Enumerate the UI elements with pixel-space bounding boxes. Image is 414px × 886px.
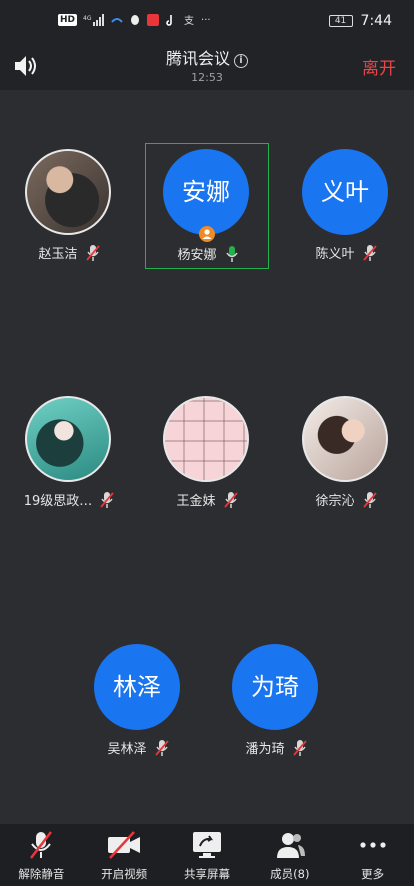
participant-name-row: 19级思政…: [7, 490, 131, 509]
mic-muted-icon: [100, 491, 114, 509]
share-screen-icon: [192, 832, 221, 858]
mic-muted-icon: [154, 739, 169, 757]
participant-name: 吴林泽: [107, 742, 147, 757]
participant-avatar: 义叶: [302, 149, 388, 235]
participant-tile[interactable]: 林泽吴林泽: [76, 638, 200, 764]
status-bar: HD 4G 支 ··· 41 7:44: [0, 0, 414, 44]
mic-muted-icon: [362, 244, 377, 262]
recorder-icon: [147, 14, 160, 26]
participant-name: 徐宗沁: [315, 494, 355, 509]
more-label: 更多: [361, 867, 385, 881]
participant-name-row: 赵玉洁: [7, 243, 131, 262]
video-off-icon: [108, 831, 141, 859]
qq-icon: [131, 15, 140, 25]
participant-avatar: 林泽: [94, 644, 180, 730]
participant-name-row: 杨安娜: [146, 244, 270, 263]
participant-name-row: 吴林泽: [76, 738, 200, 757]
svg-text:4G: 4G: [83, 15, 92, 22]
participant-name: 杨安娜: [177, 248, 217, 263]
participant-tile[interactable]: 为琦潘为琦: [214, 638, 338, 764]
participant-avatar: [302, 396, 388, 482]
participant-name: 潘为琦: [245, 742, 285, 757]
status-icons: HD 4G 支 ···: [58, 14, 211, 26]
battery-icon: 41: [328, 15, 353, 27]
more-button[interactable]: 更多: [331, 824, 414, 886]
participant-tile[interactable]: 徐宗沁: [284, 390, 408, 516]
members-icon: [276, 833, 305, 858]
unmute-label: 解除静音: [18, 867, 65, 881]
participant-avatar: [163, 396, 249, 482]
status-time: 7:44: [360, 13, 392, 29]
leave-button[interactable]: 离开: [362, 54, 396, 79]
signal-icon: 4G: [83, 14, 105, 26]
participant-name-row: 王金妹: [145, 490, 269, 509]
hd-badge: HD: [58, 14, 78, 26]
unmute-button[interactable]: 解除静音: [0, 824, 83, 886]
participant-name: 陈义叶: [315, 247, 355, 262]
members-label: 成员(8): [270, 867, 310, 881]
tiktok-icon: [166, 15, 172, 26]
meeting-title: 腾讯会议: [165, 49, 230, 68]
start-video-label: 开启视频: [101, 867, 148, 881]
start-video-button[interactable]: 开启视频: [83, 824, 166, 886]
participant-tile[interactable]: 义叶陈义叶: [284, 143, 408, 269]
mic-muted-icon: [362, 491, 377, 509]
mic-active-icon: [225, 245, 239, 263]
meeting-timer: 12:53: [191, 71, 223, 84]
mic-muted-icon: [30, 831, 53, 859]
info-icon[interactable]: i: [234, 54, 248, 68]
alipay-icon: 支: [184, 15, 194, 26]
share-screen-button[interactable]: 共享屏幕: [166, 824, 249, 886]
participant-name-row: 陈义叶: [284, 243, 408, 262]
mic-muted-icon: [292, 739, 307, 757]
participant-name: 王金妹: [176, 494, 216, 509]
participant-tile[interactable]: 19级思政…: [7, 390, 131, 516]
participant-tile[interactable]: 王金妹: [145, 390, 269, 516]
host-badge-icon: [199, 226, 215, 242]
more-icon: [359, 842, 386, 848]
participant-tile[interactable]: 安娜杨安娜: [145, 143, 269, 269]
meeting-title-row[interactable]: 腾讯会议 i: [0, 45, 414, 69]
participant-avatar: [25, 149, 111, 235]
participant-name-row: 徐宗沁: [284, 490, 408, 509]
participant-name-row: 潘为琦: [214, 738, 338, 757]
app-notify-icon: [111, 18, 123, 23]
mic-muted-icon: [223, 491, 238, 509]
meeting-header: 腾讯会议 i 12:53 离开: [0, 44, 414, 90]
participant-name: 19级思政…: [23, 494, 93, 509]
members-button[interactable]: 成员(8): [248, 824, 331, 886]
participant-avatar: 安娜: [163, 149, 249, 235]
more-notify-icon: ···: [201, 14, 211, 26]
participant-name: 赵玉洁: [38, 247, 78, 262]
participant-tile[interactable]: 赵玉洁: [7, 143, 131, 269]
participant-avatar: [25, 396, 111, 482]
share-screen-label: 共享屏幕: [183, 867, 230, 881]
svg-text:支: 支: [184, 15, 194, 26]
participant-avatar: 为琦: [232, 644, 318, 730]
bottom-toolbar: 解除静音 开启视频 共享屏幕 成员(8) 更多: [0, 824, 414, 886]
mic-muted-icon: [85, 244, 100, 262]
